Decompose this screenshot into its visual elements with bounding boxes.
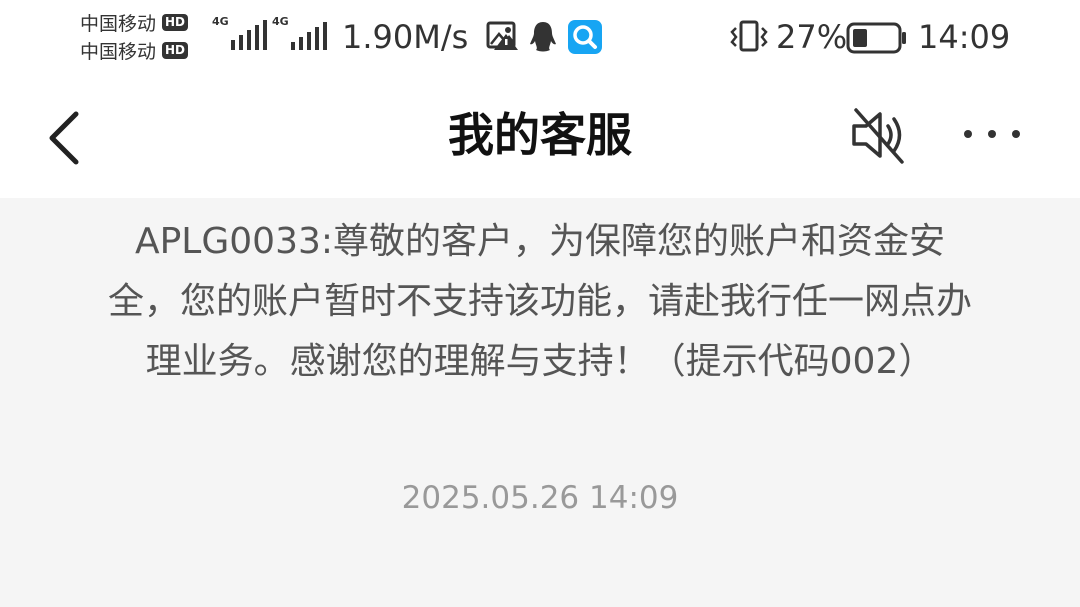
carrier-name: 中国移动 bbox=[80, 40, 157, 63]
app-header: 我的客服 bbox=[0, 78, 1080, 198]
more-options-button[interactable] bbox=[952, 114, 1032, 154]
mute-button[interactable] bbox=[848, 104, 910, 166]
battery-icon bbox=[846, 22, 906, 54]
vibrate-icon bbox=[730, 20, 768, 52]
carrier-row: 中国移动 HD bbox=[80, 8, 210, 36]
back-button[interactable] bbox=[36, 106, 96, 166]
battery-percent: 27% bbox=[776, 18, 848, 56]
speaker-muted-icon bbox=[852, 108, 904, 164]
search-app-icon bbox=[568, 20, 602, 54]
clock: 14:09 bbox=[918, 18, 1011, 56]
network-type-label: 4G bbox=[272, 15, 289, 28]
network-type-label: 4G bbox=[212, 15, 229, 28]
image-alert-icon bbox=[486, 21, 518, 50]
signal-strength-icon: 4G bbox=[272, 16, 333, 52]
hd-badge: HD bbox=[162, 41, 189, 59]
message-text: APLG0033:尊敬的客户，为保障您的账户和资金安全，您的账户暂时不支持该功能… bbox=[107, 221, 972, 382]
message-timestamp: 2025.05.26 14:09 bbox=[401, 480, 679, 516]
signal-bars-icon bbox=[290, 22, 327, 50]
signal-bars-icon bbox=[230, 20, 267, 50]
carrier-list: 中国移动 HD 中国移动 HD bbox=[80, 8, 210, 64]
hd-badge: HD bbox=[162, 13, 189, 31]
qq-penguin-icon bbox=[530, 22, 556, 52]
status-bar: 中国移动 HD 中国移动 HD 4G 4G 1.90M/s 27% 14:09 bbox=[0, 0, 1080, 78]
signal-strength-icon: 4G bbox=[212, 16, 273, 52]
carrier-name: 中国移动 bbox=[80, 12, 157, 35]
page-title: 我的客服 bbox=[448, 108, 632, 162]
more-dots-icon bbox=[964, 130, 1020, 138]
carrier-row: 中国移动 HD bbox=[80, 36, 210, 64]
network-speed: 1.90M/s bbox=[342, 18, 469, 56]
back-arrow-icon bbox=[49, 111, 79, 165]
